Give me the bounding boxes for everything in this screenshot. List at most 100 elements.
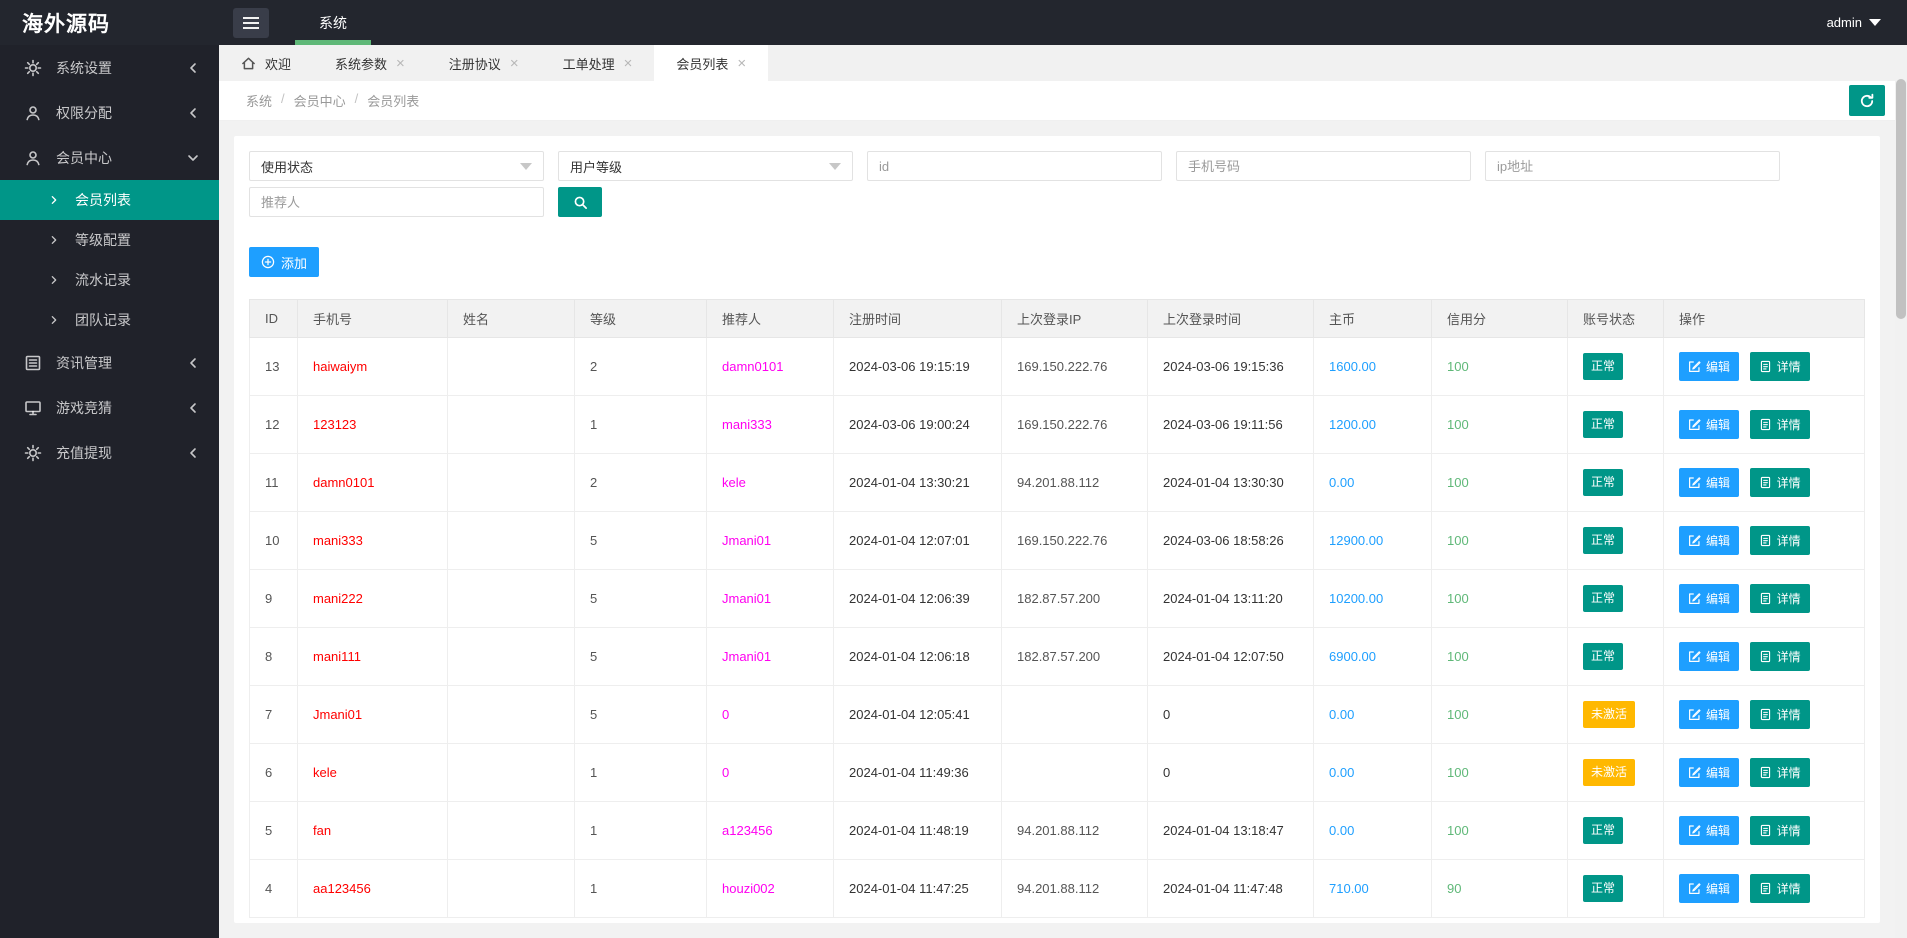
vertical-scrollbar[interactable] [1895, 45, 1907, 938]
table-row: 13 haiwaiym 2 damn0101 2024-03-06 19:15:… [249, 337, 1865, 396]
close-icon[interactable]: × [624, 56, 633, 71]
tab-system-params[interactable]: 系统参数 × [313, 45, 427, 81]
edit-button[interactable]: 编辑 [1679, 642, 1740, 671]
referrer-field[interactable] [261, 194, 532, 210]
edit-button[interactable]: 编辑 [1679, 526, 1740, 555]
breadcrumb-item[interactable]: 会员中心 [294, 91, 346, 110]
close-icon[interactable]: × [510, 56, 519, 71]
edit-button[interactable]: 编辑 [1679, 700, 1740, 729]
edit-button[interactable]: 编辑 [1679, 584, 1740, 613]
status-badge: 正常 [1583, 643, 1624, 670]
detail-icon [1760, 592, 1770, 605]
status-select[interactable]: 使用状态 [249, 151, 544, 181]
chevron-left-icon [190, 402, 196, 413]
edit-button[interactable]: 编辑 [1679, 874, 1740, 903]
sidebar-item-member-list[interactable]: 会员列表 [0, 180, 219, 220]
cell-actions: 编辑 详情 [1663, 859, 1865, 918]
sidebar-item-recharge-withdraw[interactable]: 充值提现 [0, 430, 219, 475]
edit-icon [1689, 593, 1701, 604]
tab-welcome[interactable]: 欢迎 [219, 45, 313, 81]
column-header: 姓名 [447, 299, 575, 338]
chevron-right-icon [51, 236, 57, 244]
refresh-button[interactable] [1849, 85, 1885, 116]
sidebar-item-team-records[interactable]: 团队记录 [0, 300, 219, 340]
cell-phone: mani111 [297, 627, 448, 686]
user-menu[interactable]: admin [1827, 0, 1907, 45]
cell-id: 13 [249, 337, 298, 396]
sidebar-item-member-center[interactable]: 会员中心 [0, 135, 219, 180]
cell-credit: 100 [1431, 743, 1568, 802]
id-field[interactable] [879, 158, 1150, 174]
scrollbar-thumb[interactable] [1896, 79, 1906, 319]
cell-name [447, 685, 575, 744]
tab-work-orders[interactable]: 工单处理 × [541, 45, 655, 81]
detail-button[interactable]: 详情 [1749, 758, 1810, 787]
detail-button[interactable]: 详情 [1749, 816, 1810, 845]
add-member-button[interactable]: 添加 [249, 247, 320, 277]
detail-button[interactable]: 详情 [1749, 874, 1810, 903]
detail-icon [1760, 360, 1770, 373]
cell-credit: 100 [1431, 685, 1568, 744]
cell-coin: 0.00 [1313, 685, 1432, 744]
sidebar-item-game-guess[interactable]: 游戏竞猜 [0, 385, 219, 430]
sidebar-item-system-settings[interactable]: 系统设置 [0, 45, 219, 90]
sidebar: 系统设置 权限分配 会员中心 会员列表 等级配置 流水记录 团队记录 资讯管理 [0, 45, 219, 938]
table-row: 9 mani222 5 Jmani01 2024-01-04 12:06:39 … [249, 569, 1865, 628]
breadcrumb-item: 会员列表 [367, 94, 420, 109]
cell-last-ip: 182.87.57.200 [1001, 627, 1148, 686]
sidebar-item-flow-records[interactable]: 流水记录 [0, 260, 219, 300]
cell-status: 正常 [1567, 801, 1664, 860]
cell-coin: 12900.00 [1313, 511, 1432, 570]
chevron-left-icon [190, 107, 196, 118]
cell-level: 5 [574, 569, 707, 628]
sidebar-item-level-config[interactable]: 等级配置 [0, 220, 219, 260]
edit-button[interactable]: 编辑 [1679, 468, 1740, 497]
edit-button[interactable]: 编辑 [1679, 410, 1740, 439]
tab-member-list[interactable]: 会员列表 × [654, 45, 769, 81]
cell-name [447, 337, 575, 396]
cell-credit: 100 [1431, 395, 1568, 454]
cell-credit: 100 [1431, 337, 1568, 396]
detail-button[interactable]: 详情 [1749, 352, 1810, 381]
detail-button[interactable]: 详情 [1749, 526, 1810, 555]
cell-level: 1 [574, 859, 707, 918]
cell-actions: 编辑 详情 [1663, 337, 1865, 396]
detail-button[interactable]: 详情 [1749, 700, 1810, 729]
cell-referrer: Jmani01 [706, 627, 834, 686]
detail-button[interactable]: 详情 [1749, 410, 1810, 439]
phone-field[interactable] [1188, 158, 1459, 174]
close-icon[interactable]: × [396, 56, 405, 71]
cell-coin: 1200.00 [1313, 395, 1432, 454]
detail-button[interactable]: 详情 [1749, 584, 1810, 613]
cell-phone: Jmani01 [297, 685, 448, 744]
chevron-right-icon [51, 316, 57, 324]
cell-credit: 100 [1431, 627, 1568, 686]
sidebar-toggle-button[interactable] [233, 8, 269, 38]
filter-row-2 [249, 187, 1865, 217]
home-icon [242, 57, 255, 69]
sidebar-item-news-management[interactable]: 资讯管理 [0, 340, 219, 385]
level-select[interactable]: 用户等级 [558, 151, 853, 181]
breadcrumb-item[interactable]: 系统 [246, 91, 272, 110]
search-button[interactable] [558, 187, 602, 217]
close-icon[interactable]: × [737, 56, 746, 71]
cell-id: 5 [249, 801, 298, 860]
cell-actions: 编辑 详情 [1663, 801, 1865, 860]
sidebar-item-permissions[interactable]: 权限分配 [0, 90, 219, 135]
cell-last-time: 2024-01-04 13:11:20 [1147, 569, 1314, 628]
edit-button[interactable]: 编辑 [1679, 816, 1740, 845]
ip-field[interactable] [1497, 158, 1768, 174]
detail-button[interactable]: 详情 [1749, 468, 1810, 497]
cell-reg-time: 2024-01-04 12:06:39 [833, 569, 1002, 628]
column-header: 注册时间 [833, 299, 1002, 338]
nav-item-system[interactable]: 系统 [295, 0, 371, 45]
detail-icon [1760, 534, 1770, 547]
cell-actions: 编辑 详情 [1663, 453, 1865, 512]
cell-status: 未激活 [1567, 685, 1664, 744]
edit-button[interactable]: 编辑 [1679, 758, 1740, 787]
edit-button[interactable]: 编辑 [1679, 352, 1740, 381]
tab-register-agreement[interactable]: 注册协议 × [427, 45, 541, 81]
detail-button[interactable]: 详情 [1749, 642, 1810, 671]
detail-icon [1760, 418, 1770, 431]
cell-level: 2 [574, 453, 707, 512]
